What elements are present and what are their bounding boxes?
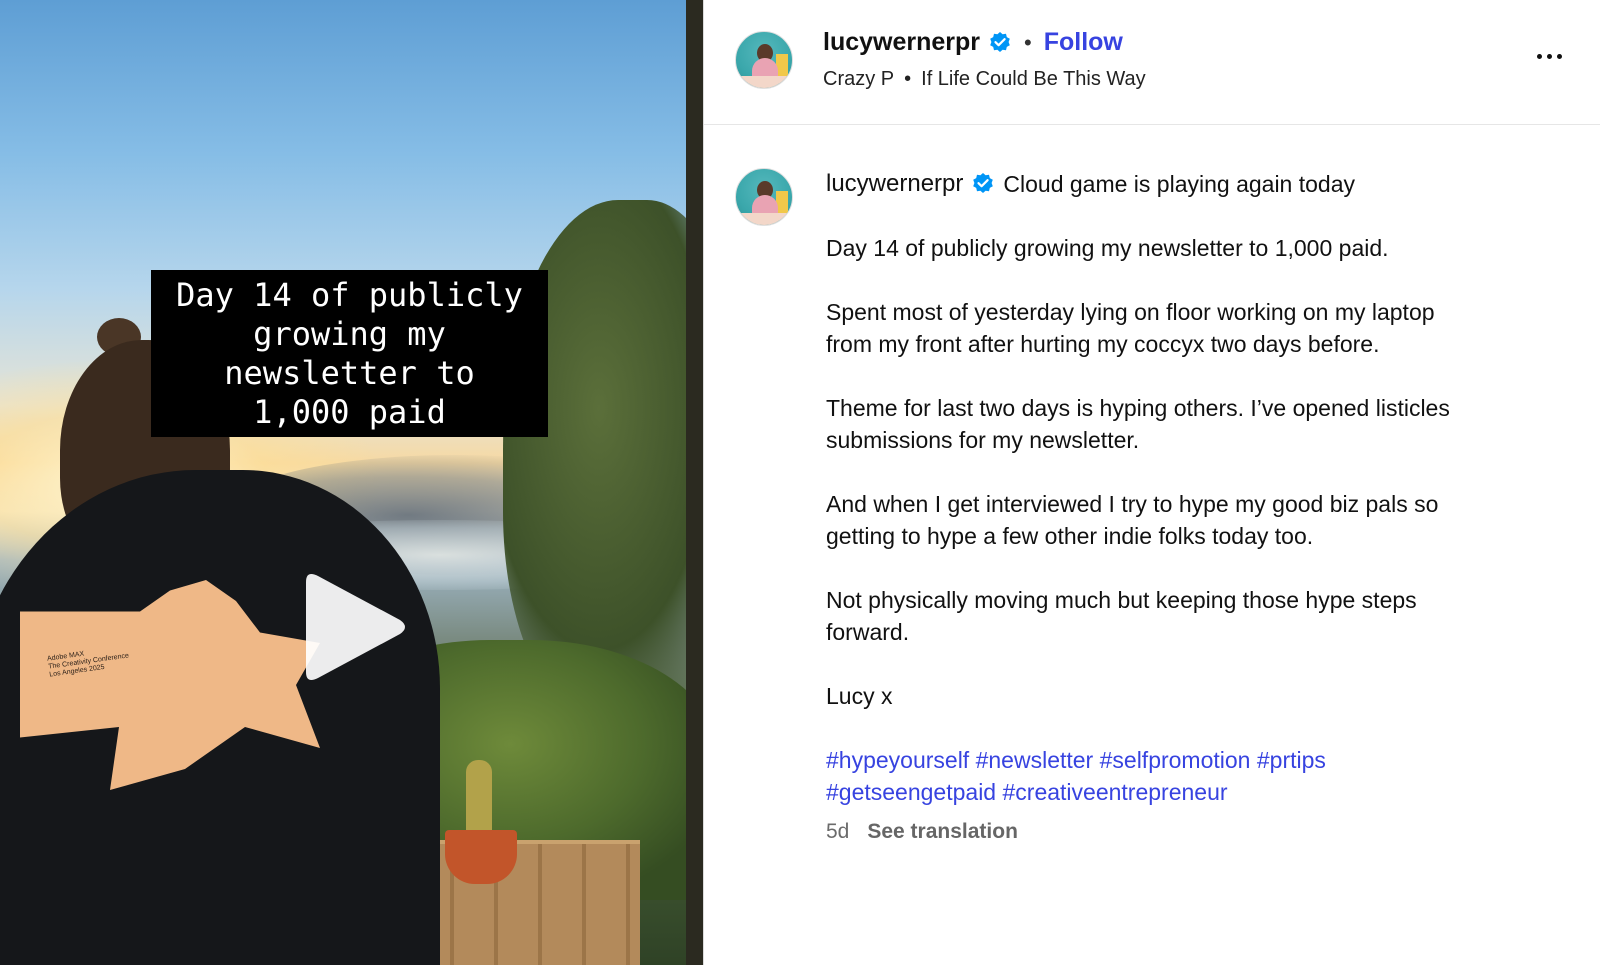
caption-signoff: Lucy x: [826, 683, 893, 709]
video-text-overlay: Day 14 of publicly growing my newsletter…: [151, 270, 548, 437]
follow-button[interactable]: Follow: [1044, 28, 1123, 57]
reel-video[interactable]: Adobe MAX The Creativity Conference Los …: [0, 0, 703, 965]
caption-paragraph: And when I get interviewed I try to hype…: [826, 491, 1439, 549]
verified-badge-icon: [988, 31, 1012, 55]
cactus: [466, 760, 492, 838]
hashtag-link[interactable]: #hypeyourself: [826, 747, 969, 773]
verified-badge-icon: [971, 172, 995, 196]
tree-trunk: [686, 0, 703, 965]
post-header: lucywernerpr • Follow Crazy P • If Life …: [704, 0, 1600, 125]
caption-lead-text: Cloud game is playing again today: [1003, 171, 1356, 197]
hashtag-link[interactable]: #getseengetpaid: [826, 779, 996, 805]
audio-info[interactable]: Crazy P • If Life Could Be This Way: [823, 68, 1146, 91]
post-timestamp[interactable]: 5d: [826, 816, 849, 848]
caption-avatar[interactable]: [735, 168, 793, 226]
video-overlay-caption: Day 14 of publicly growing my newsletter…: [176, 275, 523, 431]
terracotta-pot: [445, 830, 517, 884]
hashtag-link[interactable]: #selfpromotion: [1100, 747, 1251, 773]
caption-username[interactable]: lucywernerpr: [826, 168, 963, 200]
header-user-line: lucywernerpr • Follow: [823, 28, 1123, 57]
see-translation-link[interactable]: See translation: [867, 816, 1018, 848]
post-meta: 5d See translation: [826, 816, 1546, 848]
caption-first-line: lucywernerpr Cloud game is playing again…: [826, 168, 1546, 200]
hashtag-link[interactable]: #creativeentrepreneur: [1003, 779, 1228, 805]
more-options-icon[interactable]: [1531, 48, 1568, 65]
caption-body: lucywernerpr Cloud game is playing again…: [826, 168, 1546, 848]
caption-paragraph: Theme for last two days is hyping others…: [826, 395, 1450, 453]
post-caption-section: lucywernerpr Cloud game is playing again…: [704, 126, 1600, 965]
audio-artist: Crazy P: [823, 68, 895, 90]
hashtag-list: #hypeyourself #newsletter #selfpromotion…: [826, 744, 1546, 808]
hashtag-link[interactable]: #newsletter: [976, 747, 1094, 773]
audio-track: If Life Could Be This Way: [921, 68, 1146, 90]
header-separator: •: [1024, 29, 1032, 55]
header-username[interactable]: lucywernerpr: [823, 28, 980, 57]
caption-paragraph: Day 14 of publicly growing my newsletter…: [826, 235, 1389, 261]
caption-paragraph: Not physically moving much but keeping t…: [826, 587, 1417, 645]
avatar[interactable]: [735, 31, 793, 89]
play-icon[interactable]: [296, 568, 412, 686]
hashtag-link[interactable]: #prtips: [1257, 747, 1326, 773]
caption-paragraph: Spent most of yesterday lying on floor w…: [826, 299, 1435, 357]
audio-separator: •: [904, 68, 912, 90]
